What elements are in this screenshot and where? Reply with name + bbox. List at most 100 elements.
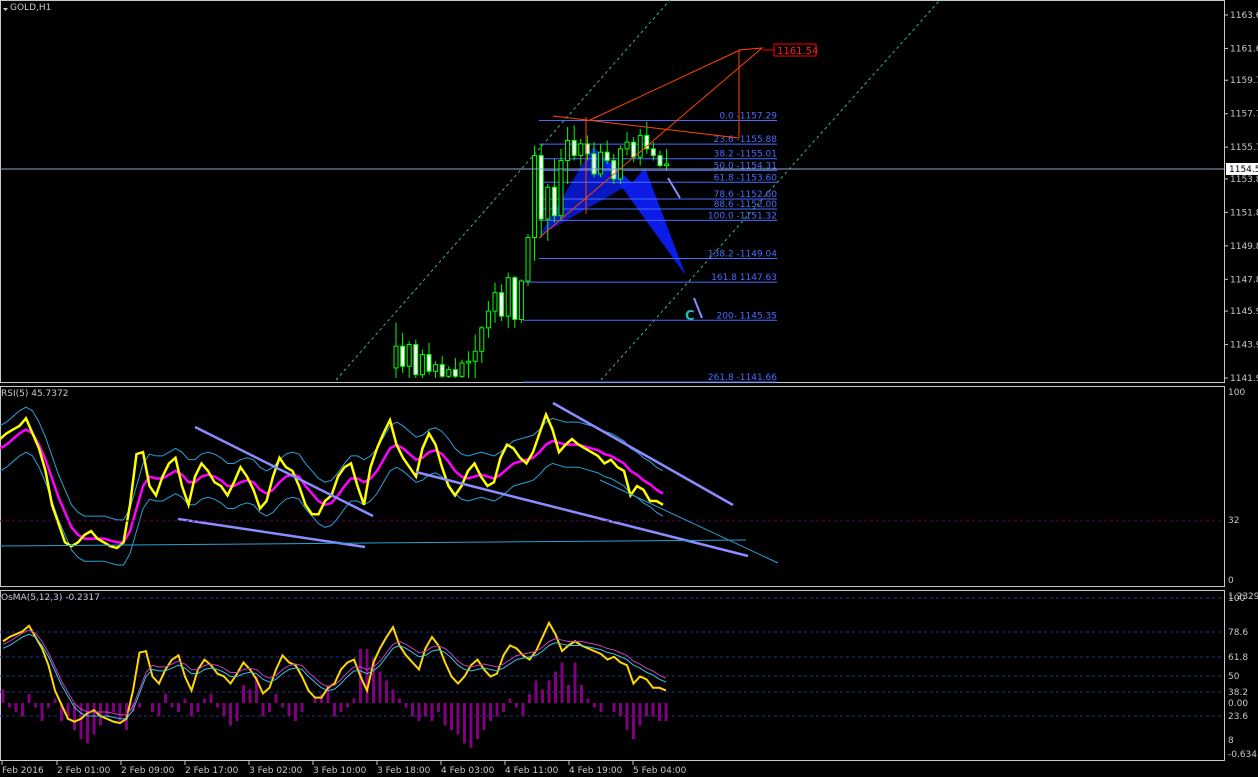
candle-body (518, 280, 524, 320)
candle-body (492, 292, 498, 312)
fib-level-label: 200- 1145.35 (716, 311, 777, 321)
candle-body (565, 139, 571, 162)
price-axis: 1163.6 1161.6 1159.7 1157.7 1155.7 1153.8 1151… (1224, 11, 1258, 384)
rsi-tick-label: 0 (1228, 576, 1234, 586)
price-tick-label: 1151.8 (1230, 208, 1258, 218)
candle-body (617, 148, 623, 180)
candle-body (393, 345, 399, 369)
candle-body (459, 362, 465, 377)
price-tick-label: 1163.6 (1230, 11, 1258, 21)
candle-body (525, 236, 531, 282)
candle-body (571, 139, 577, 157)
candle-body (631, 141, 637, 158)
time-tick-label: 2 Feb 17:00 (185, 766, 239, 776)
point-d-arrow (667, 177, 681, 199)
candle-body (426, 354, 432, 372)
osma-tick-label: 23.6 (1228, 712, 1248, 722)
candle-body (624, 141, 630, 150)
time-tick-label: Feb 2016 (2, 766, 44, 776)
candle-body (505, 277, 511, 317)
osma-tick-label: 0.00 (1228, 699, 1248, 709)
fib-level-label: 161.8 1147.63 (711, 273, 777, 283)
candle-body (479, 327, 485, 352)
time-tick-label: 3 Feb 10:00 (313, 766, 367, 776)
osma-title: OsMA(5,12,3) -0.2317 (1, 593, 100, 603)
rsi-tick-label: 32 (1228, 516, 1239, 526)
price-tick-label: 1153.8 (1230, 175, 1258, 185)
rsi-indicator: 100 32 0 (0, 388, 1245, 586)
candle-body (512, 277, 518, 320)
candle-body (472, 350, 478, 362)
candle-body (485, 310, 491, 329)
triangle-upper-side[interactable] (589, 49, 741, 121)
candle-body (591, 153, 597, 175)
osma-signal-line-2 (2, 629, 667, 716)
candle-body (439, 364, 445, 377)
price-tick-label: 1155.7 (1230, 143, 1258, 153)
candle-body (545, 186, 551, 220)
rsi-panel-frame (0, 386, 1225, 587)
fib-level-label: 78.6 -1152.60 (714, 190, 778, 200)
osma-tick-label: 8 (1228, 736, 1234, 746)
osma-tick-label: 50 (1228, 672, 1240, 682)
trading-chart[interactable]: 0.0 -1157.2923.6 -1155.8838.2 -1155.0150… (0, 0, 1258, 777)
candle-body (446, 369, 452, 377)
time-tick-label: 3 Feb 02:00 (249, 766, 303, 776)
candle-body (604, 151, 610, 162)
fib-level-label: 61.8 -1153.60 (714, 173, 778, 183)
point-c-arrow (693, 297, 703, 319)
osma-indicator: 1.232910078.661.85038.223.60.008-0.634 (0, 592, 1258, 760)
price-tick-label: 1157.7 (1230, 110, 1258, 120)
candle-body (466, 360, 472, 364)
channel-upper[interactable] (335, 0, 671, 381)
price-tick-label: 1145.9 (1230, 307, 1258, 317)
fib-level-label: 50.0 -1154.31 (714, 161, 777, 171)
harmonic-bcd[interactable] (593, 147, 686, 276)
candle-body (611, 160, 617, 180)
candle-body (406, 344, 412, 367)
chart-title: GOLD,H1 (10, 3, 51, 13)
candle-body (413, 344, 419, 376)
candle-body (400, 345, 406, 367)
price-tick-label: 1147.8 (1230, 275, 1258, 285)
candle-body (452, 369, 458, 377)
candle-body (419, 354, 425, 376)
time-tick-label: 3 Feb 18:00 (377, 766, 431, 776)
time-axis: Feb 2016 2 Feb 01:00 2 Feb 09:00 2 Feb 17:0… (1, 761, 687, 776)
target-price-label: 1161.54 (777, 46, 818, 57)
osma-tick-label: 61.8 (1228, 653, 1248, 663)
candle-body (532, 155, 538, 238)
time-tick-label: 4 Feb 03:00 (441, 766, 495, 776)
candle-body (499, 292, 505, 317)
fib-level-label: 138.2 -1149.04 (708, 250, 777, 260)
candle-body (538, 155, 544, 220)
fib-level-label: 38.2 -1155.01 (714, 150, 777, 160)
price-tick-label: 1149.8 (1230, 242, 1258, 252)
rsi-arrow-1[interactable] (194, 425, 374, 518)
price-tick-label: 1161.6 (1230, 44, 1258, 54)
osma-tick-label: -0.634 (1228, 750, 1257, 760)
candle-body (650, 148, 656, 157)
triangle-top-side[interactable] (552, 115, 740, 139)
dropdown-triangle-icon[interactable] (3, 8, 8, 11)
time-tick-label: 4 Feb 19:00 (569, 766, 623, 776)
candle-body (598, 151, 604, 175)
fib-level-label: 100.0 -1151.32 (708, 211, 777, 221)
price-tick-label: 1143.9 (1230, 341, 1258, 351)
osma-tick-label: 100 (1228, 594, 1245, 604)
osma-tick-label: 78.6 (1228, 628, 1248, 638)
rsi-trend-arrows[interactable] (0, 401, 1224, 564)
time-tick-label: 2 Feb 09:00 (121, 766, 175, 776)
fib-level-label: 0.0 -1157.29 (719, 112, 777, 122)
rsi-title: RSI(5) 45.7372 (1, 389, 68, 399)
rsi-tick-label: 100 (1228, 388, 1245, 398)
fib-level-label: 23.6 -1155.88 (714, 135, 778, 145)
candle-body (664, 163, 670, 167)
candle-body (637, 134, 643, 158)
current-price-label: 1154.5 (1229, 165, 1258, 175)
pattern-point-c: C (685, 309, 695, 324)
candle-body (433, 364, 439, 372)
time-tick-label: 5 Feb 04:00 (633, 766, 687, 776)
osma-tick-label: 38.2 (1228, 688, 1248, 698)
candle-body (578, 143, 584, 157)
